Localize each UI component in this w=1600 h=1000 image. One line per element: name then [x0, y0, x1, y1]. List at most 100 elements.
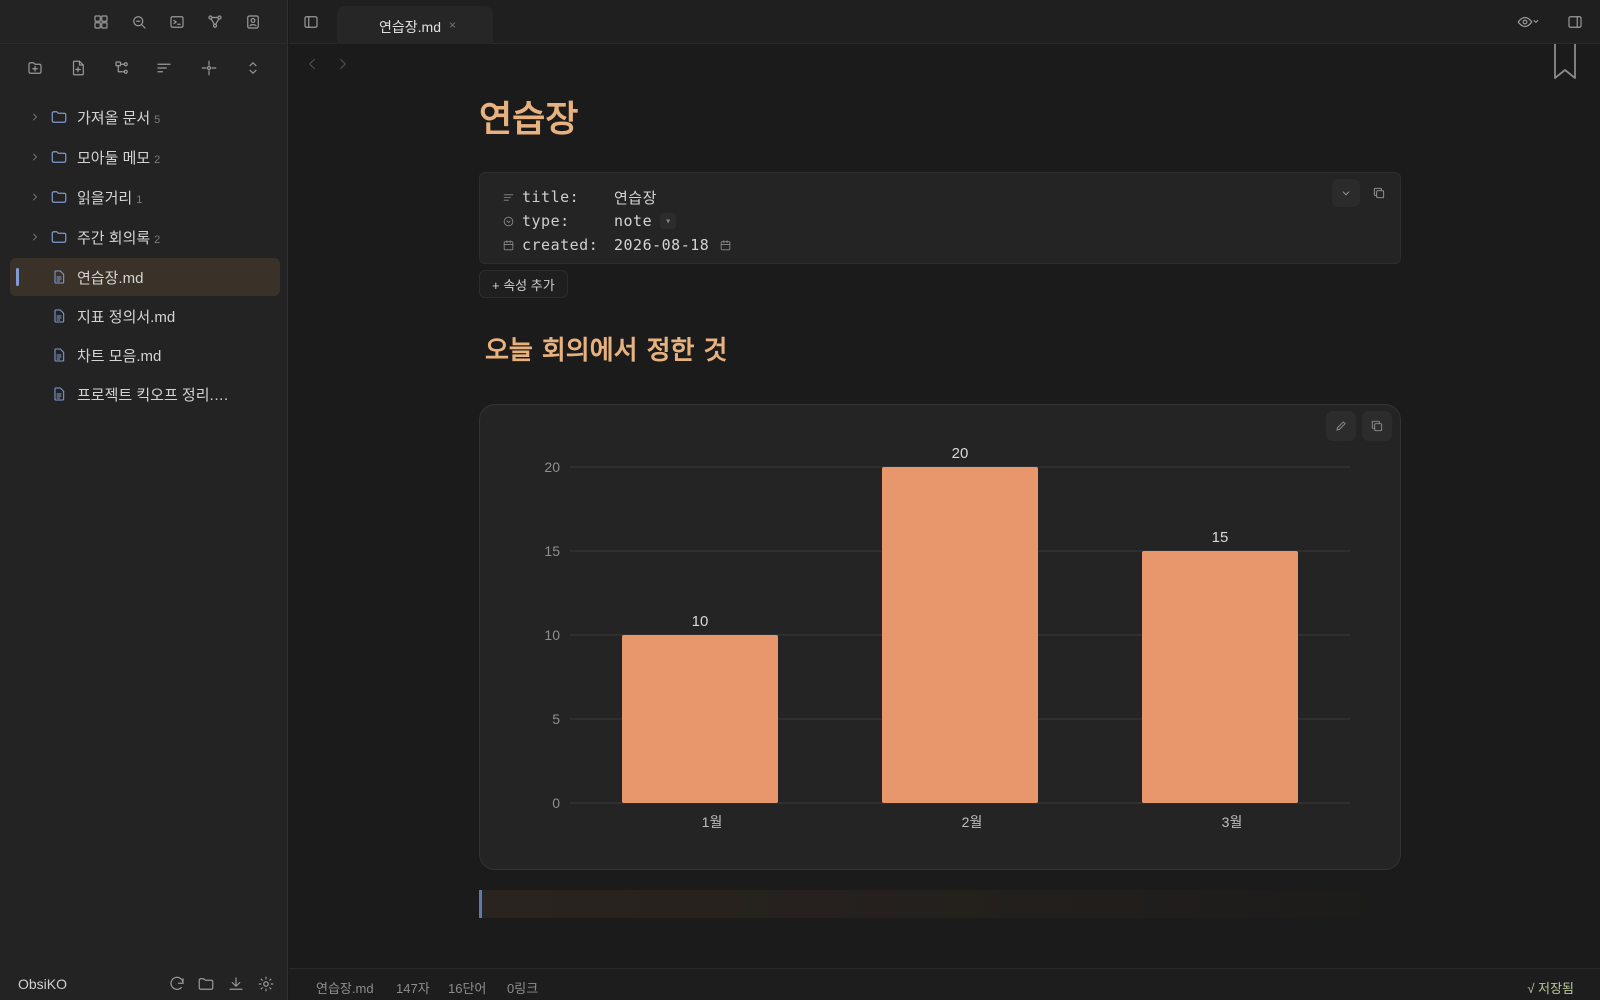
- left-sidebar: 가져올 문서 5 모아둘 메모 2 읽을거리 1 주간 회의록 2 연습장.md 지표 …: [0, 0, 288, 1000]
- new-note-icon[interactable]: [66, 56, 90, 80]
- folder-item[interactable]: 읽을거리 1: [10, 178, 280, 216]
- toggle-sidebar-icon[interactable]: [299, 10, 323, 34]
- close-icon[interactable]: ×: [449, 18, 456, 32]
- file-label: 연습장.md: [77, 269, 144, 287]
- status-bar: 연습장.md 147자 16단어 0링크 √ 저장됨: [289, 968, 1600, 1000]
- property-row[interactable]: created: 2026-08-18: [500, 233, 733, 257]
- settings-icon[interactable]: [255, 973, 277, 995]
- file-icon: [50, 268, 68, 286]
- vault-name[interactable]: ObsiKO: [18, 976, 67, 992]
- collapse-expand-icon[interactable]: [241, 56, 265, 80]
- active-marker: [16, 268, 19, 286]
- file-explorer-toolbar: [0, 52, 288, 84]
- search-icon[interactable]: [127, 10, 151, 34]
- calendar-icon: [500, 237, 516, 253]
- reveal-active-file-icon[interactable]: [197, 56, 221, 80]
- terminal-icon[interactable]: [165, 10, 189, 34]
- collapse-properties-icon[interactable]: [1332, 179, 1360, 207]
- property-value[interactable]: 2026-08-18: [614, 236, 709, 254]
- bar-chart: 0 5 10 15 20 10 1월 20 2월 15 3월: [544, 445, 1350, 830]
- x-tick-label: 3월: [1222, 814, 1243, 830]
- new-folder-icon[interactable]: [23, 56, 47, 80]
- file-item[interactable]: 지표 정의서.md: [10, 297, 280, 335]
- folder-icon: [50, 148, 68, 166]
- contact-icon[interactable]: [241, 10, 265, 34]
- folder-open-icon[interactable]: [195, 973, 217, 995]
- property-key: created:: [522, 236, 599, 254]
- property-row[interactable]: title: 연습장: [500, 185, 657, 209]
- active-line[interactable]: [479, 890, 1401, 918]
- date-picker-icon[interactable]: [717, 237, 733, 253]
- copy-icon[interactable]: [1365, 179, 1393, 207]
- chart-block[interactable]: 0 5 10 15 20 10 1월 20 2월 15 3월: [479, 404, 1401, 870]
- status-words: 16단어: [448, 981, 487, 996]
- sidebar-ribbon: [0, 0, 288, 44]
- sidebar-footer: ObsiKO: [0, 968, 288, 1000]
- file-icon: [50, 385, 68, 403]
- dropdown-icon[interactable]: ▾: [660, 213, 677, 229]
- bookmark-icon[interactable]: [1553, 44, 1577, 80]
- folder-item[interactable]: 모아둘 메모 2: [10, 138, 280, 176]
- toggle-right-sidebar-icon[interactable]: [1563, 10, 1587, 34]
- y-tick-label: 20: [544, 459, 560, 475]
- y-tick-label: 0: [552, 795, 560, 811]
- property-row[interactable]: type: note ▾: [500, 209, 677, 233]
- folder-label: 주간 회의록: [77, 229, 151, 247]
- chevron-right-icon[interactable]: [28, 150, 42, 164]
- copy-block-icon[interactable]: [1362, 411, 1392, 441]
- file-item-active[interactable]: 연습장.md: [10, 258, 280, 296]
- note-content: 연습장 title: 연습장 type: note ▾ created: 202…: [479, 90, 1401, 918]
- property-key: type:: [522, 212, 570, 230]
- bar: [622, 635, 778, 803]
- section-heading[interactable]: 오늘 회의에서 정한 것: [485, 330, 727, 367]
- folder-item[interactable]: 주간 회의록 2: [10, 218, 280, 256]
- data-label: 10: [692, 613, 709, 630]
- note-title[interactable]: 연습장: [479, 90, 1401, 146]
- status-file[interactable]: 연습장.md: [316, 978, 374, 997]
- file-label: 지표 정의서.md: [77, 308, 176, 326]
- circle-chevron-icon: [500, 213, 516, 229]
- y-tick-label: 15: [544, 543, 560, 559]
- file-icon: [50, 346, 68, 364]
- sort-icon[interactable]: [152, 56, 176, 80]
- file-label: 프로젝트 킥오프 정리.…: [77, 386, 229, 404]
- folder-item[interactable]: 가져올 문서 5: [10, 98, 280, 136]
- folder-icon: [50, 228, 68, 246]
- folder-count: 2: [154, 233, 161, 246]
- tab-bar: 연습장.md ×: [289, 0, 1600, 44]
- data-label: 15: [1212, 529, 1229, 546]
- back-icon[interactable]: [301, 53, 323, 75]
- hierarchy-icon[interactable]: [110, 56, 134, 80]
- status-saved: √ 저장됨: [1527, 981, 1574, 996]
- y-tick-label: 5: [552, 711, 560, 727]
- folder-count: 2: [154, 153, 161, 166]
- file-icon: [50, 307, 68, 325]
- chevron-right-icon[interactable]: [28, 190, 42, 204]
- reading-view-icon[interactable]: [1511, 10, 1545, 34]
- status-links: 0링크: [507, 981, 539, 996]
- folder-icon: [50, 188, 68, 206]
- x-tick-label: 1월: [702, 814, 723, 830]
- add-property-button[interactable]: + 속성 추가: [479, 270, 568, 298]
- bar: [882, 467, 1038, 803]
- bar: [1142, 551, 1298, 803]
- tab-title: 연습장.md: [379, 19, 441, 35]
- chevron-right-icon[interactable]: [28, 110, 42, 124]
- download-icon[interactable]: [225, 973, 247, 995]
- chevron-right-icon[interactable]: [28, 230, 42, 244]
- folder-label: 가져올 문서: [77, 109, 151, 127]
- navigation-row: [289, 50, 409, 80]
- graph-icon[interactable]: [203, 10, 227, 34]
- file-item[interactable]: 차트 모음.md: [10, 336, 280, 374]
- property-value[interactable]: 연습장: [614, 187, 657, 208]
- property-value[interactable]: note: [614, 212, 652, 230]
- tab-active[interactable]: 연습장.md ×: [337, 6, 493, 44]
- folder-label: 읽을거리: [77, 189, 133, 207]
- y-tick-label: 10: [544, 627, 560, 643]
- file-item[interactable]: 프로젝트 킥오프 정리.…: [10, 375, 280, 413]
- edit-icon[interactable]: [1326, 411, 1356, 441]
- refresh-icon[interactable]: [166, 973, 188, 995]
- property-key: title:: [522, 188, 580, 206]
- dashboard-icon[interactable]: [89, 10, 113, 34]
- forward-icon[interactable]: [332, 53, 354, 75]
